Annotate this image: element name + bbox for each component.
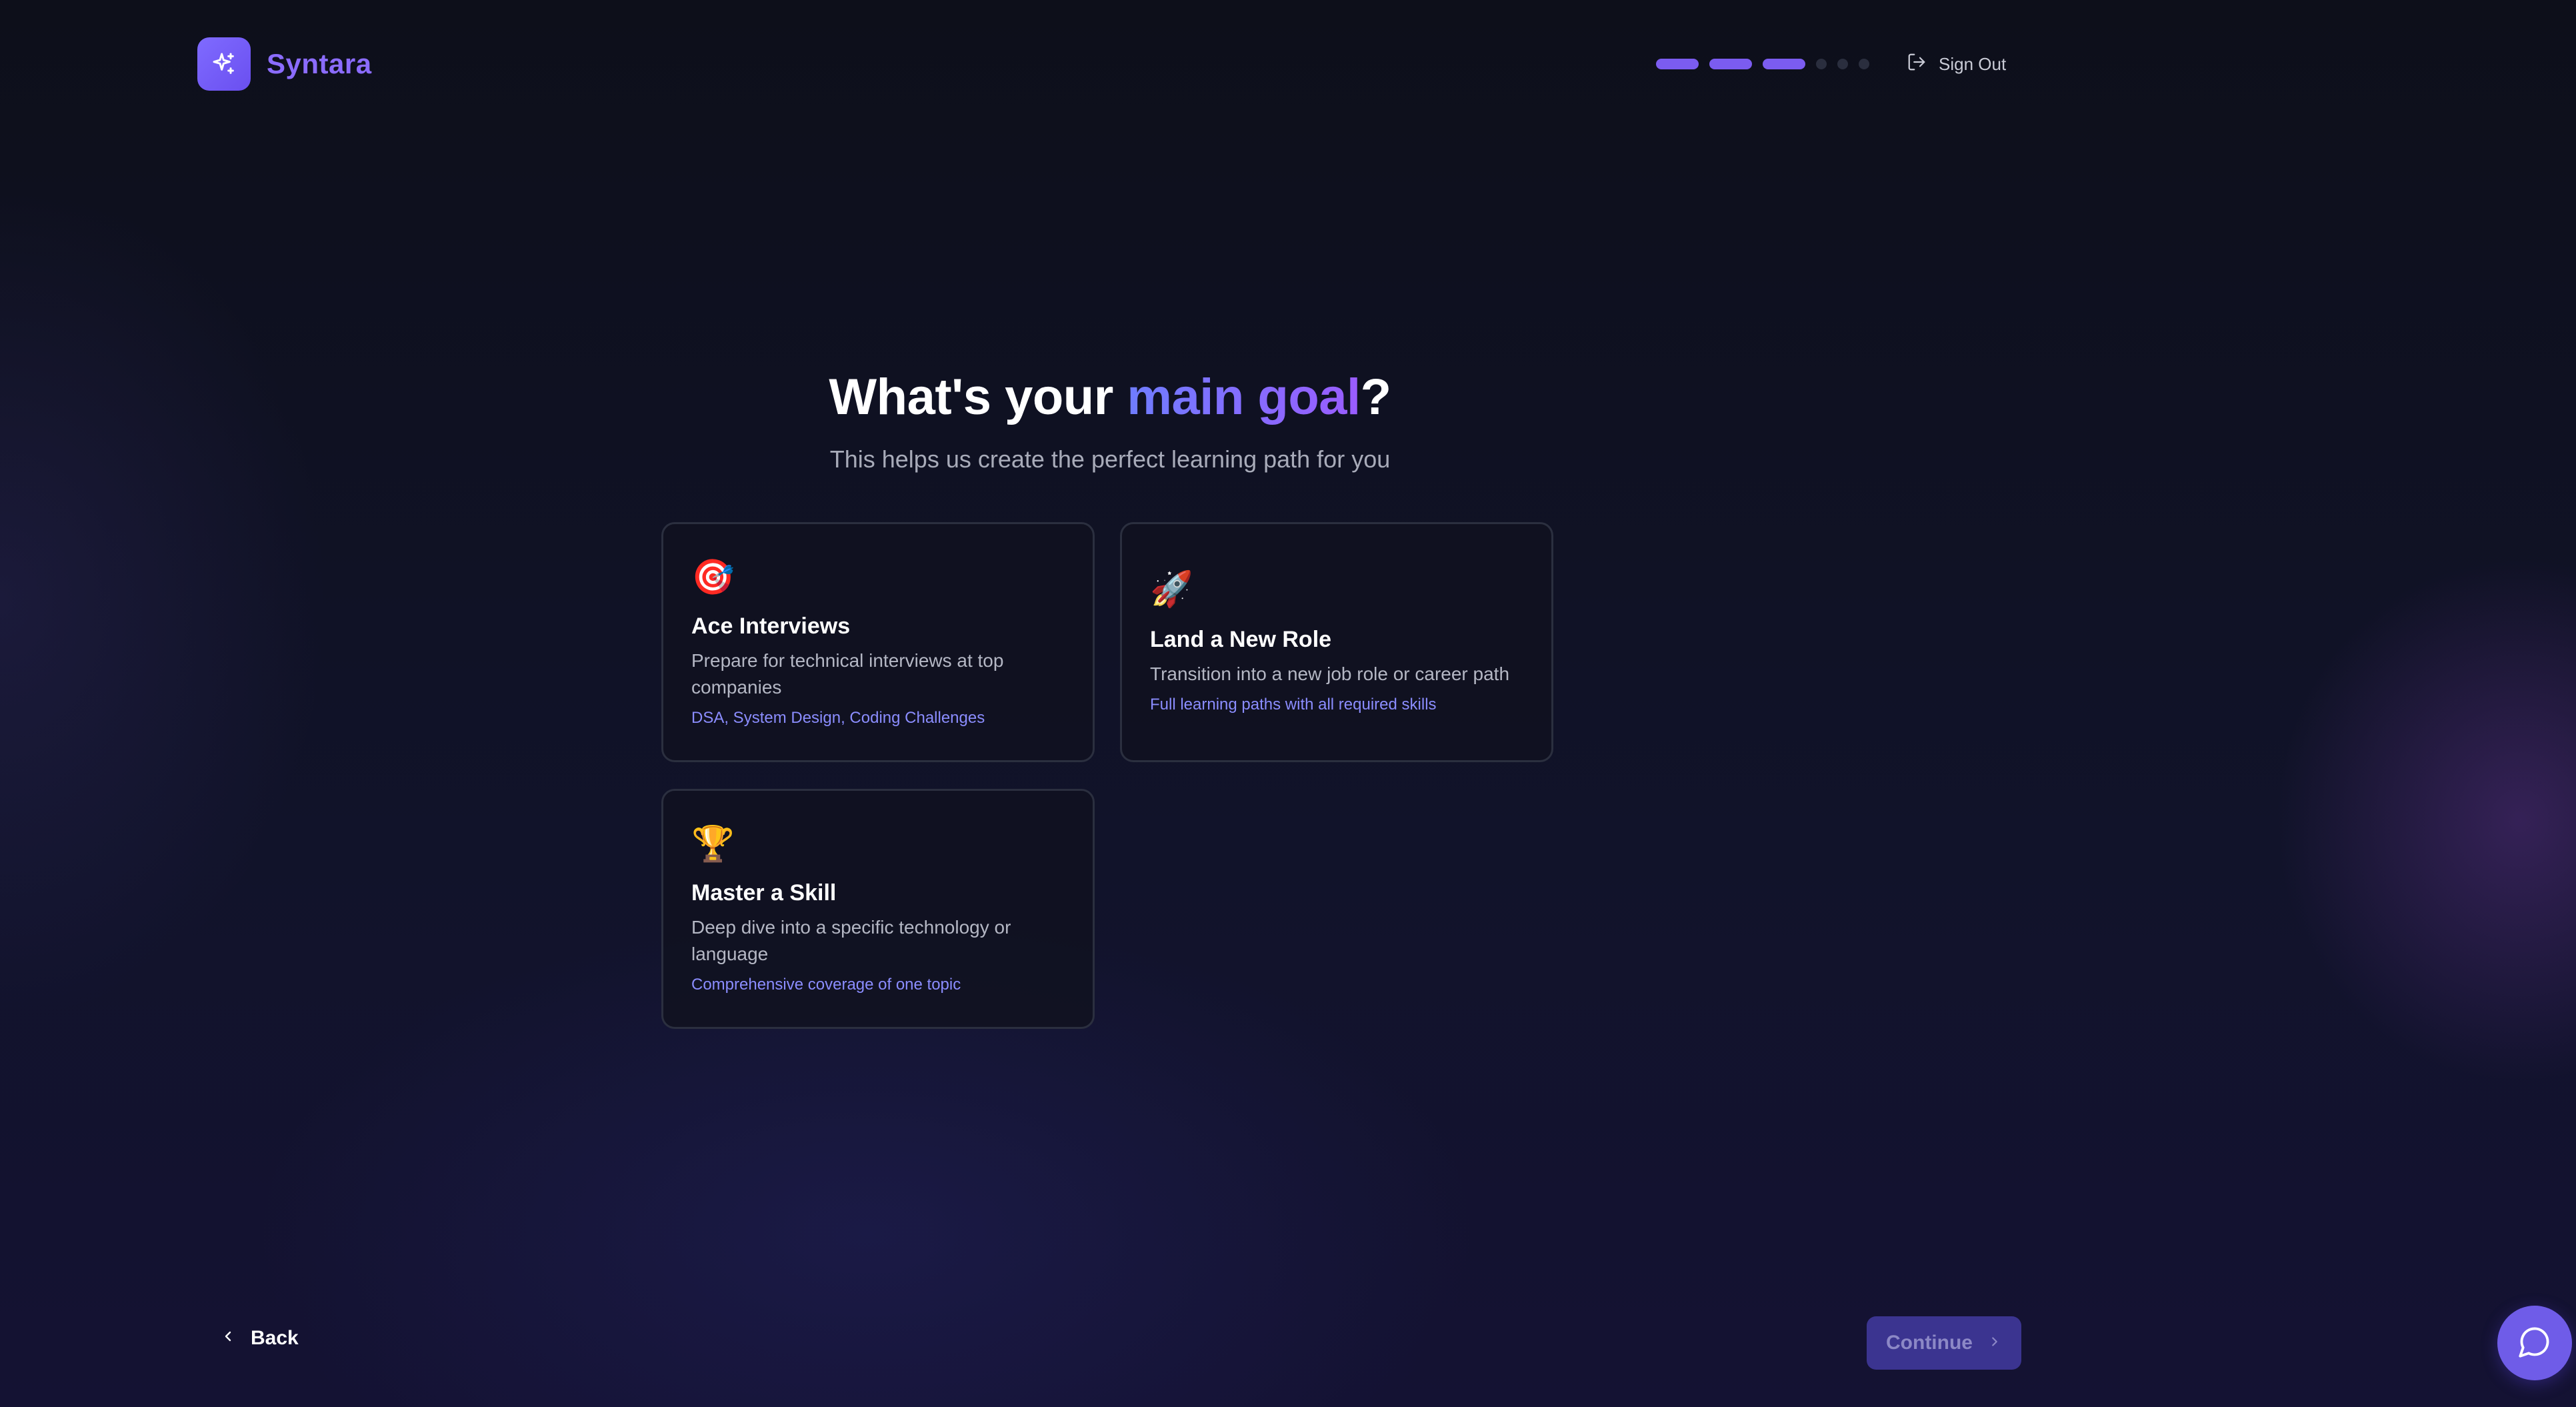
goal-card-master-skill[interactable]: 🏆 Master a Skill Deep dive into a specif… (661, 789, 1095, 1029)
trophy-icon: 🏆 (691, 825, 735, 864)
goal-title: Master a Skill (691, 880, 837, 906)
goal-card-new-role[interactable]: 🚀 Land a New Role Transition into a new … (1120, 522, 1553, 762)
progress-step-pending (1816, 59, 1827, 69)
progress-step-complete (1763, 59, 1805, 69)
chevron-left-icon (220, 1327, 236, 1350)
onboarding-progress (1656, 59, 1869, 69)
back-label: Back (251, 1327, 299, 1349)
goal-tags: DSA, System Design, Coding Challenges (691, 709, 985, 727)
goal-title: Land a New Role (1150, 627, 1332, 652)
chevron-right-icon (1987, 1332, 2002, 1354)
title-prefix: What's your (829, 369, 1127, 425)
continue-button[interactable]: Continue (1867, 1316, 2021, 1370)
rocket-icon: 🚀 (1150, 570, 1193, 609)
sparkles-icon (197, 37, 251, 91)
logout-icon (1907, 52, 1927, 77)
sign-out-button[interactable]: Sign Out (1907, 48, 2006, 80)
page-subtitle: This helps us create the perfect learnin… (829, 445, 1391, 473)
target-icon: 🎯 (691, 558, 735, 597)
goal-description: Prepare for technical interviews at top … (691, 650, 1004, 697)
progress-step-complete (1656, 59, 1699, 69)
goal-tags: Full learning paths with all required sk… (1150, 695, 1437, 714)
sign-out-label: Sign Out (1939, 53, 2007, 74)
app-name: Syntara (267, 48, 372, 79)
continue-label: Continue (1886, 1332, 1973, 1354)
goal-description: Deep dive into a specific technology or … (691, 917, 1011, 964)
chat-bubble-icon (2517, 1324, 2552, 1362)
back-button[interactable]: Back (220, 1327, 299, 1350)
progress-step-pending (1837, 59, 1848, 69)
progress-step-pending (1859, 59, 1869, 69)
progress-step-complete (1709, 59, 1752, 69)
page-title: What's your main goal? (0, 368, 2220, 426)
goal-tags: Comprehensive coverage of one topic (691, 976, 961, 994)
chat-button[interactable] (2497, 1306, 2572, 1380)
goal-card-ace-interviews[interactable]: 🎯 Ace Interviews Prepare for technical i… (661, 522, 1095, 762)
goal-title: Ace Interviews (691, 613, 851, 639)
app-logo[interactable]: Syntara (197, 37, 372, 91)
title-suffix: ? (1360, 369, 1391, 425)
goal-description: Transition into a new job role or career… (1150, 663, 1510, 684)
title-accent: main goal (1127, 369, 1361, 425)
